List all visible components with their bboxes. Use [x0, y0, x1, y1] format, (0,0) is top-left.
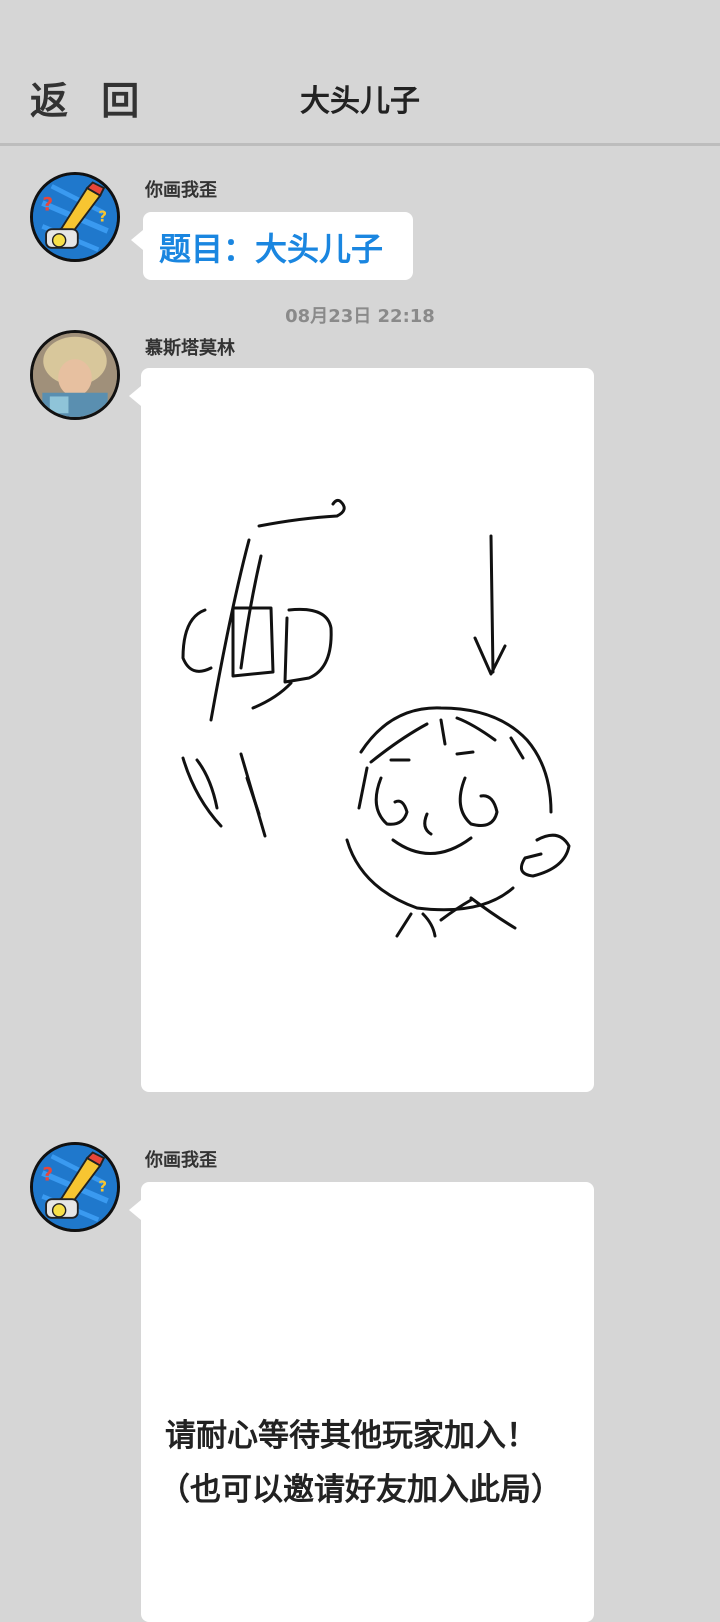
waiting-bubble: 请耐心等待其他玩家加入！ （也可以邀请好友加入此局） [129, 1182, 594, 1622]
top-bar: 返 回 大头儿子 [0, 0, 720, 146]
drawing-image [181, 498, 571, 938]
drawing-bubble[interactable] [129, 368, 594, 1092]
game-logo-avatar[interactable]: ? ? [30, 172, 120, 262]
sender-name: 慕斯塔莫林 [145, 338, 235, 359]
svg-text:?: ? [98, 208, 107, 226]
pencil-icon: ? ? [33, 1145, 117, 1229]
sender-name: 你画我歪 [145, 1150, 217, 1171]
user-photo [33, 333, 117, 417]
message-timestamp: 08月23日 22:18 [285, 306, 435, 327]
pencil-icon: ? ? [33, 175, 117, 259]
svg-text:?: ? [98, 1178, 107, 1196]
topic-text: 题目：大头儿子 [159, 230, 384, 268]
game-logo-avatar[interactable]: ? ? [30, 1142, 120, 1232]
sender-name: 你画我歪 [145, 180, 217, 201]
svg-text:?: ? [42, 1164, 53, 1185]
page-title: 大头儿子 [300, 84, 420, 119]
waiting-message: 请耐心等待其他玩家加入！ [165, 1418, 537, 1454]
topic-bubble: 题目：大头儿子 [131, 212, 413, 280]
svg-text:?: ? [42, 194, 53, 215]
invite-hint: （也可以邀请好友加入此局） [159, 1472, 562, 1508]
user-avatar[interactable] [30, 330, 120, 420]
